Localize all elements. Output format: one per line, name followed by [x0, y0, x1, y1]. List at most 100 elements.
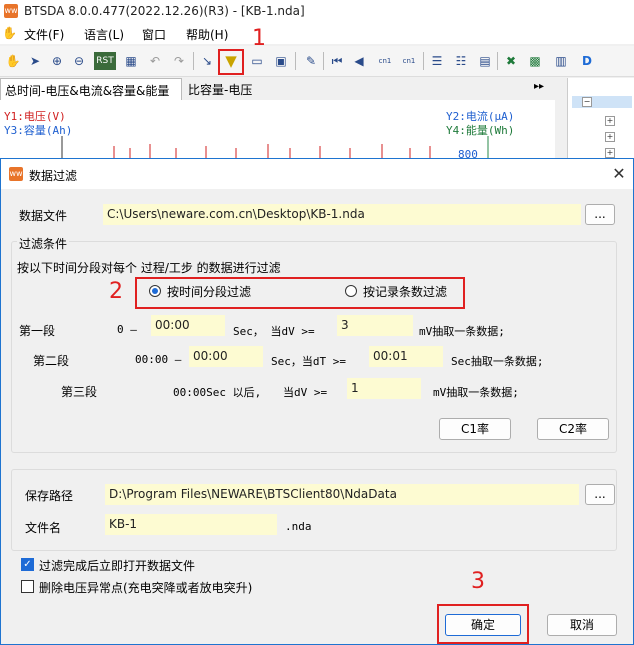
grid-icon[interactable]: ▦	[122, 52, 140, 70]
zoom-in-icon[interactable]: ⊕	[48, 52, 66, 70]
segment1-start: 0 —	[117, 323, 137, 336]
browse-data-file-button[interactable]: ...	[585, 204, 615, 225]
toolbar-separator	[295, 52, 296, 70]
toolbar-separator	[323, 52, 324, 70]
segment2-tail: Sec抽取一条数据;	[451, 355, 544, 368]
radio-time-segment-label[interactable]: 按时间分段过滤	[167, 283, 251, 300]
save-path-field[interactable]: D:\Program Files\NEWARE\BTSClient80\NdaD…	[105, 484, 579, 505]
segment2-value-field[interactable]: 00:01	[369, 346, 443, 367]
segment2-label: 第二段	[33, 354, 70, 368]
d-button[interactable]: D	[578, 52, 596, 70]
ok-button[interactable]: 确定	[445, 614, 521, 636]
save-path-label: 保存路径	[25, 489, 74, 503]
chart-area: Y1:电压(V) Y3:容量(Ah) Y2:电流(μA) Y4:能量(Wh) 8…	[0, 100, 555, 161]
dialog-title: 数据过滤	[29, 169, 78, 183]
file-extension: .nda	[285, 520, 312, 533]
hand-icon[interactable]: ✋	[2, 26, 17, 40]
tab-total-time[interactable]: 总时间-电压&电流&容量&能量	[0, 78, 182, 101]
expand-icon[interactable]: +	[605, 148, 615, 158]
radio-record-count[interactable]	[345, 285, 357, 297]
open-folder-icon[interactable]: ▭	[248, 52, 266, 70]
report-icon[interactable]: ▤	[476, 52, 494, 70]
menu-bar: ✋ 文件(F) 语言(L) 窗口 帮助(H)	[0, 22, 634, 44]
first-icon[interactable]: ⏮	[328, 52, 346, 70]
data-filter-dialog: ww 数据过滤 ✕ 数据文件 C:\Users\neware.com.cn\De…	[0, 158, 634, 645]
file-name-label: 文件名	[25, 521, 62, 535]
expand-icon[interactable]: +	[605, 132, 615, 142]
annotation-step-3: 3	[471, 569, 485, 594]
segment3-tail: mV抽取一条数据;	[433, 386, 519, 399]
open-after-label[interactable]: 过滤完成后立即打开数据文件	[39, 557, 195, 574]
excel-icon[interactable]: ▩	[526, 52, 544, 70]
channel-prev-button[interactable]: cn1	[376, 52, 394, 70]
menu-file[interactable]: 文件(F)	[24, 26, 64, 43]
data-file-label: 数据文件	[19, 209, 68, 223]
collapse-icon[interactable]: −	[582, 97, 592, 107]
segment3-label: 第三段	[61, 385, 98, 399]
tab-specific-capacity[interactable]: 比容量-电压	[188, 81, 252, 98]
wrench-icon[interactable]: ✎	[302, 52, 320, 70]
menu-language[interactable]: 语言(L)	[84, 26, 124, 43]
app-logo-icon: ww	[4, 4, 18, 18]
segment3-value-field[interactable]: 1	[347, 378, 421, 399]
segment1-label: 第一段	[19, 324, 56, 338]
dialog-title-bar: ww 数据过滤 ✕	[1, 159, 633, 189]
list-icon[interactable]: ☷	[452, 52, 470, 70]
radio-time-segment[interactable]	[149, 285, 161, 297]
segment1-time-field[interactable]: 00:00	[151, 315, 225, 336]
save-group	[11, 469, 617, 551]
toolbar-separator	[193, 52, 194, 70]
pan-hand-icon[interactable]: ✋	[4, 52, 22, 70]
app-title: BTSDA 8.0.0.477(2022.12.26)(R3) - [KB-1.…	[24, 4, 305, 18]
segment2-time-field[interactable]: 00:00	[189, 346, 263, 367]
tree-panel: − + + +	[567, 78, 634, 160]
dialog-app-icon: ww	[9, 167, 23, 181]
tab-bar: 总时间-电压&电流&容量&能量 比容量-电压 ▸▸	[0, 78, 555, 101]
segment1-value-field[interactable]: 3	[337, 315, 413, 336]
save-as-icon[interactable]: ▣	[272, 52, 290, 70]
delete-abnormal-label[interactable]: 删除电压异常点(充电突降或者放电突升)	[39, 579, 252, 596]
browse-save-path-button[interactable]: ...	[585, 484, 615, 505]
cursor-line-icon[interactable]: ↘	[198, 52, 216, 70]
channel-next-button[interactable]: cn1	[400, 52, 418, 70]
close-icon[interactable]: ✕	[609, 164, 629, 184]
open-after-checkbox[interactable]: ✓	[21, 558, 34, 571]
excel-export-icon[interactable]: ✖	[502, 52, 520, 70]
segment3-condition: 当dV >=	[283, 386, 328, 399]
c1-rate-button[interactable]: C1率	[439, 418, 511, 440]
filter-highlight-box	[218, 49, 244, 75]
rst-button[interactable]: RST	[94, 52, 116, 70]
undo-icon[interactable]: ↶	[146, 52, 164, 70]
cancel-button[interactable]: 取消	[547, 614, 617, 636]
data-file-field[interactable]: C:\Users\neware.com.cn\Desktop\KB-1.nda	[103, 204, 581, 225]
redo-icon[interactable]: ↷	[170, 52, 188, 70]
filter-conditions-label: 过滤条件	[17, 235, 70, 252]
segment1-tail: mV抽取一条数据;	[419, 325, 505, 338]
segment2-start: 00:00 —	[135, 353, 182, 366]
menu-window[interactable]: 窗口	[142, 26, 166, 43]
file-name-field[interactable]: KB-1	[105, 514, 277, 535]
radio-record-count-label[interactable]: 按记录条数过滤	[363, 283, 447, 300]
segment3-start: 00:00Sec 以后,	[173, 386, 262, 399]
c2-rate-button[interactable]: C2率	[537, 418, 609, 440]
tab-total-time-label: 总时间-电压&电流&容量&能量	[5, 84, 170, 98]
tree-selected-row[interactable]: −	[572, 96, 632, 108]
toolbar: ✋ ➤ ⊕ ⊖ RST ▦ ↶ ↷ ↘ ▼ ▭ ▣ ✎ ⏮ ◀ cn1 cn1 …	[0, 46, 634, 77]
app-title-bar: ww BTSDA 8.0.0.477(2022.12.26)(R3) - [KB…	[0, 0, 634, 22]
segment2-condition: Sec，当dT >=	[271, 355, 346, 368]
chart-plot	[61, 136, 489, 160]
segment1-condition: Sec， 当dV >=	[233, 325, 315, 338]
toolbar-separator	[423, 52, 424, 70]
expand-icon[interactable]: +	[605, 116, 615, 126]
tab-scroll-button[interactable]: ▸▸	[534, 81, 544, 92]
layout-icon[interactable]: ▥	[552, 52, 570, 70]
zoom-out-icon[interactable]: ⊖	[70, 52, 88, 70]
filter-description: 按以下时间分段对每个 过程/工步 的数据进行过滤	[17, 261, 281, 275]
menu-help[interactable]: 帮助(H)	[186, 26, 228, 43]
delete-abnormal-checkbox[interactable]	[21, 580, 34, 593]
previous-icon[interactable]: ◀	[350, 52, 368, 70]
toolbar-separator	[497, 52, 498, 70]
pointer-icon[interactable]: ➤	[26, 52, 44, 70]
annotation-step-2: 2	[109, 279, 123, 304]
table-icon[interactable]: ☰	[428, 52, 446, 70]
